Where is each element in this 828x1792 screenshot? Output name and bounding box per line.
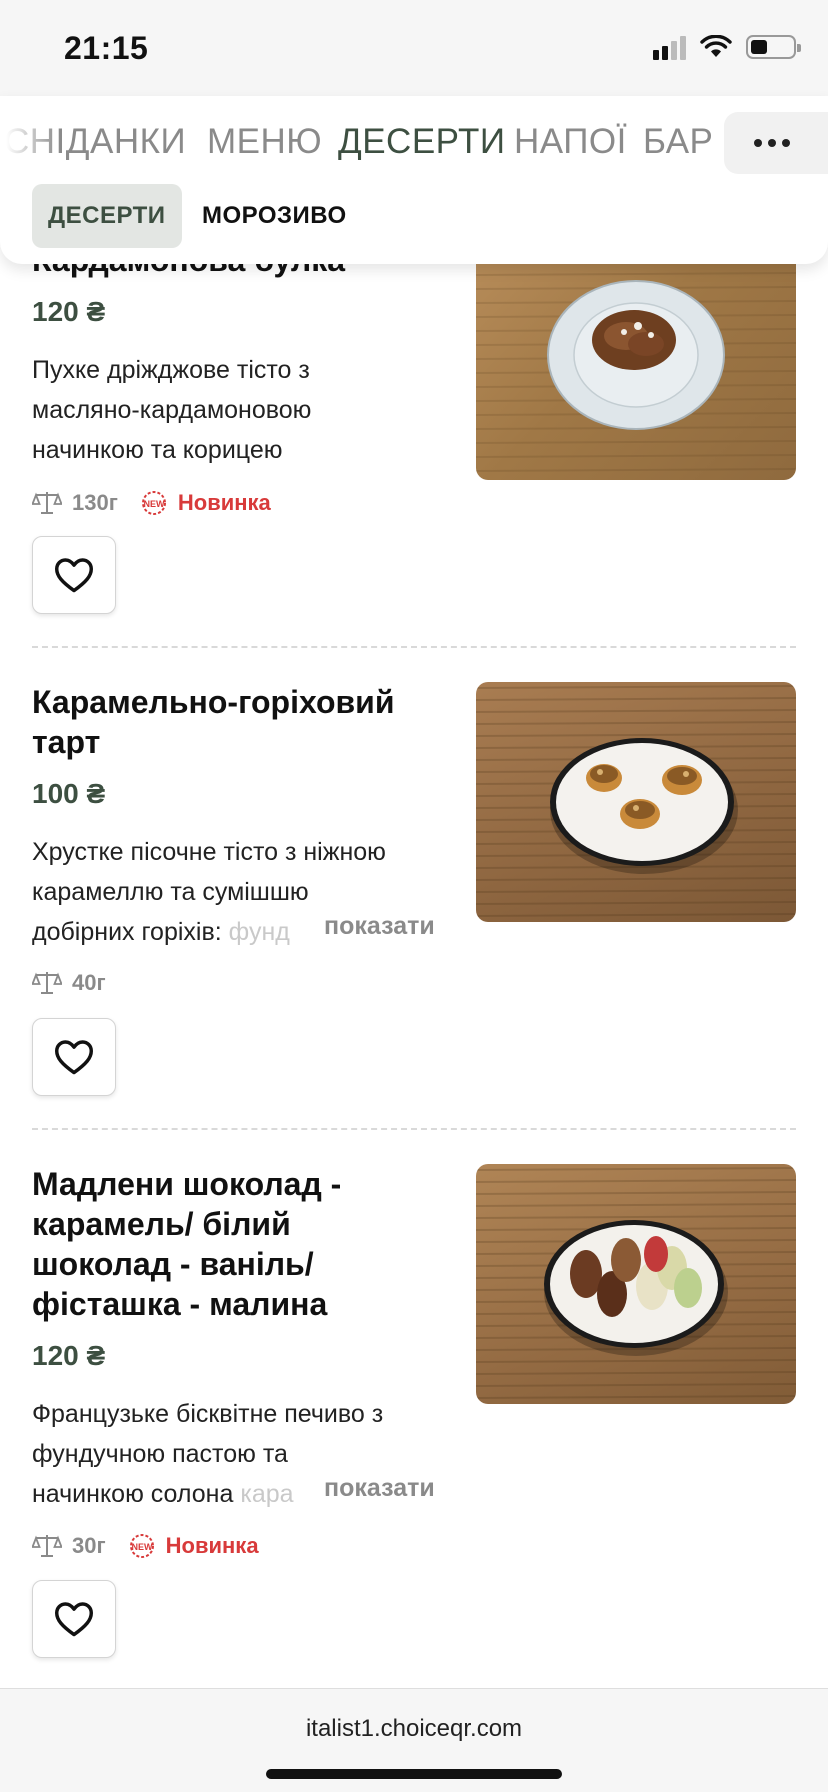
status-bar: 21:15	[0, 0, 828, 96]
more-categories-button[interactable]	[724, 112, 828, 174]
heart-icon	[55, 558, 94, 593]
status-icons	[653, 34, 801, 60]
item-weight: 40г	[72, 970, 106, 995]
madeleine-photo	[476, 1164, 796, 1404]
tab-menu[interactable]: МЕНЮ	[207, 122, 322, 162]
item-price: 100 ₴	[32, 778, 106, 809]
cellular-signal-icon	[653, 34, 686, 60]
item-meta: 30г NEW Новинка	[32, 1532, 259, 1560]
tab-drinks[interactable]: НАПОЇ	[514, 122, 627, 162]
item-title: Мадлени шоколад - карамель/ білий шокола…	[32, 1166, 342, 1322]
tab-desserts[interactable]: ДЕСЕРТИ	[338, 122, 505, 162]
scale-icon	[32, 1535, 62, 1557]
new-badge-icon: NEW	[141, 491, 166, 515]
item-title: Карамельно-горіховий тарт	[32, 684, 395, 760]
favorite-button[interactable]	[32, 1018, 116, 1096]
ellipsis-icon	[754, 139, 790, 147]
tabs-fade	[0, 96, 60, 186]
browser-bottom-bar: italist1.choiceqr.com	[0, 1688, 828, 1792]
show-more-link[interactable]: показати	[320, 912, 435, 941]
svg-text:NEW: NEW	[143, 499, 165, 509]
svg-text:NEW: NEW	[131, 1542, 153, 1552]
item-photo[interactable]	[476, 682, 796, 922]
item-divider	[32, 646, 796, 648]
bun-photo	[476, 240, 796, 480]
item-photo[interactable]	[476, 1164, 796, 1404]
app-screen: 21:15 Кардамонова булка 120 ₴ Пухке др	[0, 0, 828, 1792]
new-badge-icon: NEW	[129, 1534, 154, 1558]
new-badge-label: Новинка	[165, 1533, 259, 1558]
item-meta: 130г NEW Новинка	[32, 489, 271, 517]
category-tabs: СНІДАНКИ МЕНЮ ДЕСЕРТИ НАПОЇ БАР	[0, 96, 828, 186]
favorite-button[interactable]	[32, 536, 116, 614]
scale-icon	[32, 972, 62, 994]
tart-photo	[476, 682, 796, 922]
item-price: 120 ₴	[32, 296, 106, 327]
heart-icon	[55, 1040, 94, 1075]
item-description: Пухке дріжджове тісто з масляно-кардамон…	[32, 356, 312, 464]
battery-icon	[746, 35, 801, 59]
heart-icon	[55, 1602, 94, 1637]
item-meta: 40г	[32, 970, 106, 996]
tab-bar[interactable]: БАР	[643, 122, 713, 162]
wifi-icon	[700, 35, 732, 57]
subtab-desserts[interactable]: ДЕСЕРТИ	[32, 184, 182, 248]
show-more-link[interactable]: показати	[320, 1474, 435, 1503]
item-price: 120 ₴	[32, 1340, 106, 1371]
scale-icon	[32, 492, 62, 514]
new-badge-label: Новинка	[177, 490, 271, 515]
item-weight: 130г	[72, 490, 118, 515]
category-header: СНІДАНКИ МЕНЮ ДЕСЕРТИ НАПОЇ БАР ДЕСЕРТИ …	[0, 96, 828, 264]
item-weight: 30г	[72, 1533, 106, 1558]
status-time: 21:15	[64, 30, 149, 66]
item-divider	[32, 1128, 796, 1130]
favorite-button[interactable]	[32, 1580, 116, 1658]
url-field[interactable]: italist1.choiceqr.com	[0, 1715, 828, 1743]
item-photo[interactable]	[476, 240, 796, 480]
subtab-ice-cream[interactable]: МОРОЗИВО	[186, 184, 363, 248]
home-indicator[interactable]	[266, 1769, 562, 1779]
